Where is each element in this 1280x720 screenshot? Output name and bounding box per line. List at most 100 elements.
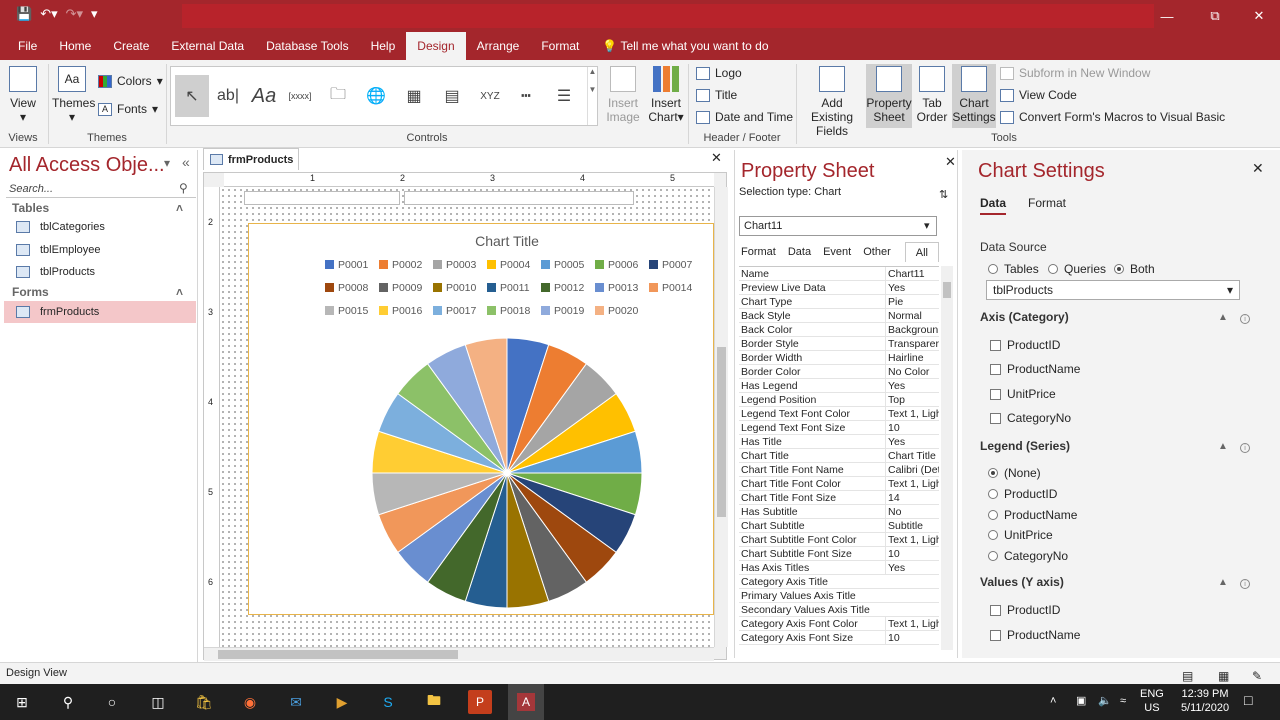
property-row[interactable]: Chart Subtitle Font Size 10	[739, 547, 939, 561]
nav-section-forms[interactable]: Forms ˄	[4, 283, 198, 301]
property-value[interactable]: Yes	[885, 379, 939, 392]
chart-control[interactable]: Chart Title P0001 P0002 P0003 P0004 P0005 P00…	[248, 223, 714, 615]
property-row[interactable]: Category Axis Font Color Text 1, Ligh	[739, 617, 939, 631]
customize-qat-icon[interactable]: ▾	[91, 6, 98, 26]
language-indicator[interactable]: ENG US	[1140, 687, 1164, 715]
property-value[interactable]: No Color	[885, 365, 939, 378]
minimize-icon[interactable]: —	[1144, 0, 1190, 32]
page-break-icon[interactable]: ┅	[511, 81, 541, 111]
property-value[interactable]: Chart Title	[885, 449, 939, 462]
save-icon[interactable]: 💾	[16, 6, 32, 26]
wifi-icon[interactable]: ≈	[1120, 694, 1126, 708]
tab-control-icon[interactable]: 🗀	[323, 81, 353, 111]
close-chart-settings-icon[interactable]: ✕	[1252, 160, 1264, 177]
property-row[interactable]: Has Subtitle No	[739, 505, 939, 519]
redo-icon[interactable]: ↷▾	[66, 6, 83, 26]
nav-menu-chevron-icon[interactable]: ▾	[164, 156, 170, 170]
info-icon[interactable]: i	[1240, 443, 1250, 453]
tab-file[interactable]: File	[0, 32, 48, 60]
collapse-section-icon[interactable]: ˄	[176, 283, 183, 301]
insert-chart-button[interactable]: Insert Chart▾	[646, 66, 686, 124]
property-row[interactable]: Chart Type Pie	[739, 295, 939, 309]
media-player-icon[interactable]: ▶	[330, 690, 354, 714]
property-value[interactable]: 10	[885, 547, 939, 560]
network-icon[interactable]: ▣	[1076, 694, 1086, 708]
textbox-control-icon[interactable]: ab|	[213, 81, 243, 111]
cortana-icon[interactable]: ○	[100, 690, 124, 714]
property-row[interactable]: Category Axis Font Size 10	[739, 631, 939, 645]
legend-option-categoryno[interactable]: CategoryNo	[988, 549, 1068, 563]
info-icon[interactable]: i	[1240, 314, 1250, 324]
property-row[interactable]: Name Chart11	[739, 267, 939, 281]
tab-database-tools[interactable]: Database Tools	[255, 32, 360, 60]
property-value[interactable]: Hairline	[885, 351, 939, 364]
legend-option-unitprice[interactable]: UnitPrice	[988, 528, 1053, 542]
property-value[interactable]: Text 1, Ligh	[885, 477, 939, 490]
axis-field-productname[interactable]: ProductName	[990, 362, 1080, 376]
horizontal-scrollbar[interactable]	[204, 647, 714, 661]
mail-icon[interactable]: ✉	[284, 690, 308, 714]
collapse-section-icon[interactable]: ˄	[176, 199, 183, 217]
add-existing-fields-button[interactable]: Add Existing Fields	[800, 66, 864, 138]
property-value[interactable]: Top	[885, 393, 939, 406]
tab-chart-data[interactable]: Data	[980, 196, 1007, 215]
property-row[interactable]: Border Style Transparer	[739, 337, 939, 351]
windows-start-icon[interactable]: ⊞	[10, 690, 34, 714]
hyperlink-control-icon[interactable]: 🌐	[361, 81, 391, 111]
tab-home[interactable]: Home	[48, 32, 102, 60]
collapse-section-icon[interactable]: ▲	[1218, 312, 1228, 323]
title-button[interactable]: Title	[696, 88, 737, 102]
axis-field-productid[interactable]: ProductID	[990, 338, 1060, 352]
fonts-button[interactable]: A Fonts ▾	[98, 102, 158, 116]
select-pointer-icon[interactable]: ↖	[175, 75, 209, 117]
combo-box-icon[interactable]: ☰	[549, 81, 579, 111]
task-view-icon[interactable]: ◫	[146, 690, 170, 714]
collapse-section-icon[interactable]: ▲	[1218, 577, 1228, 588]
radio-tables[interactable]: Tables	[988, 262, 1039, 276]
tab-help[interactable]: Help	[360, 32, 407, 60]
property-value[interactable]: Chart11	[885, 267, 939, 280]
firefox-icon[interactable]: ◉	[238, 690, 262, 714]
property-row[interactable]: Chart Subtitle Font Color Text 1, Ligh	[739, 533, 939, 547]
property-row[interactable]: Secondary Values Axis Title	[739, 603, 939, 617]
nav-item-tblcategories[interactable]: tblCategories	[4, 216, 196, 238]
nav-section-tables[interactable]: Tables ˄	[4, 199, 198, 217]
property-row[interactable]: Legend Text Font Size 10	[739, 421, 939, 435]
view-code-button[interactable]: View Code	[1000, 88, 1077, 102]
axis-field-categoryno[interactable]: CategoryNo	[990, 411, 1071, 425]
property-row[interactable]: Chart Title Chart Title	[739, 449, 939, 463]
property-value[interactable]: Backgroun	[885, 323, 939, 336]
info-icon[interactable]: i	[1240, 579, 1250, 589]
vertical-scrollbar[interactable]	[714, 187, 728, 647]
clock[interactable]: 12:39 PM 5/11/2020	[1176, 687, 1234, 715]
property-value[interactable]: Yes	[885, 561, 939, 574]
property-value[interactable]: No	[885, 505, 939, 518]
property-sheet-button[interactable]: Property Sheet	[866, 64, 912, 128]
scroll-thumb[interactable]	[218, 650, 458, 659]
convert-macros-button[interactable]: Convert Form's Macros to Visual Basic	[1000, 110, 1225, 124]
nav-item-tblemployee[interactable]: tblEmployee	[4, 239, 196, 261]
tab-design[interactable]: Design	[406, 32, 466, 60]
label-control-icon[interactable]: Aa	[249, 81, 279, 111]
property-row[interactable]: Category Axis Title	[739, 575, 939, 589]
tab-prop-other[interactable]: Other	[857, 242, 897, 262]
values-field-productid[interactable]: ProductID	[990, 603, 1060, 617]
collapse-section-icon[interactable]: ▲	[1218, 441, 1228, 452]
property-scrollbar[interactable]	[941, 266, 953, 650]
tab-create[interactable]: Create	[102, 32, 160, 60]
search-icon[interactable]: ⚲	[56, 690, 80, 714]
property-value[interactable]: 10	[885, 631, 939, 644]
logo-button[interactable]: Logo	[696, 66, 742, 80]
tell-me-box[interactable]: 💡 Tell me what you want to do	[602, 32, 768, 60]
close-window-icon[interactable]: ✕	[1236, 0, 1280, 32]
property-row[interactable]: Chart Title Font Name Calibri (Det	[739, 463, 939, 477]
property-value[interactable]: 14	[885, 491, 939, 504]
tab-prop-event[interactable]: Event	[817, 242, 857, 262]
tab-prop-format[interactable]: Format	[735, 242, 782, 262]
property-row[interactable]: Primary Values Axis Title	[739, 589, 939, 603]
property-value[interactable]: Normal	[885, 309, 939, 322]
gallery-scroll[interactable]: ▲ ▼	[587, 67, 597, 125]
property-row[interactable]: Legend Position Top	[739, 393, 939, 407]
property-value[interactable]: Text 1, Ligh	[885, 617, 939, 630]
property-value[interactable]: Transparer	[885, 337, 939, 350]
